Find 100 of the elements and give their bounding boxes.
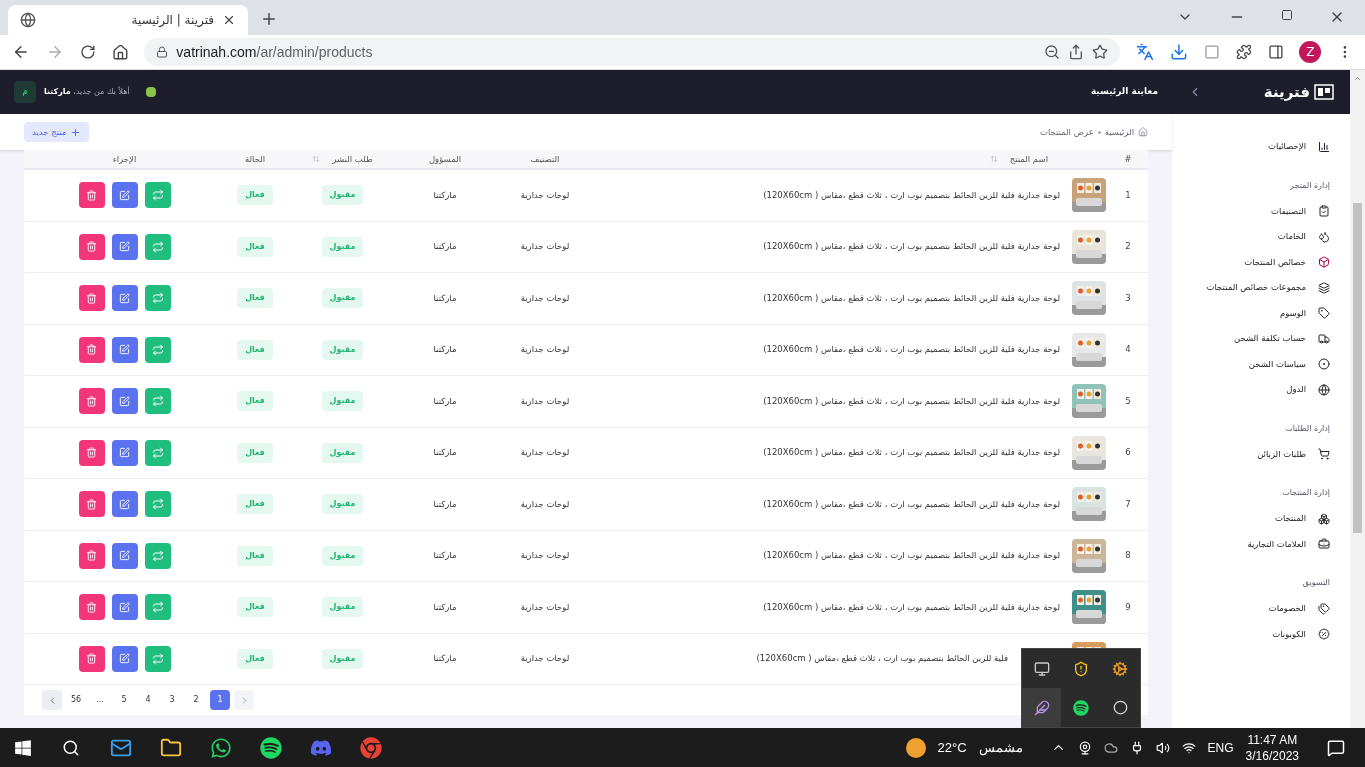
trash-icon [86,601,97,613]
refresh-button[interactable] [144,233,171,260]
start-icon[interactable] [14,738,32,757]
edit-button[interactable] [111,336,138,363]
breadcrumb-link[interactable]: الرئيسية [1104,125,1134,139]
refresh-button[interactable] [144,594,171,621]
language-indicator[interactable]: ENG [1207,738,1234,757]
close-icon[interactable] [222,13,236,27]
sidebar-item[interactable]: خصائص المنتجات [1172,249,1330,275]
scrollbar[interactable] [1350,70,1365,728]
search-icon[interactable] [62,738,80,757]
new-product-button[interactable]: منتج جديد [24,122,90,142]
page-button[interactable]: 56 [66,690,86,710]
refresh-button[interactable] [144,182,171,209]
monitor-icon[interactable] [1033,660,1050,677]
cloud-icon[interactable] [1103,740,1118,755]
page-button[interactable]: 1 [210,690,230,710]
extension-icon[interactable] [1203,44,1220,60]
sidebar-item[interactable]: الدول [1172,377,1330,403]
weather-sun-icon[interactable] [905,737,926,758]
delete-button[interactable] [78,182,105,209]
side-panel-icon[interactable] [1267,44,1284,60]
delete-button[interactable] [78,594,105,621]
edit-button[interactable] [111,439,138,466]
edit-button[interactable] [111,645,138,672]
preview-link[interactable]: معاينة الرئيسية [1090,85,1158,99]
reload-icon[interactable] [79,44,96,60]
sidebar-item[interactable]: المنتجات [1172,506,1330,532]
delete-button[interactable] [78,645,105,672]
star-icon[interactable] [1092,44,1109,60]
sidebar-item[interactable]: التصنيفات [1172,198,1330,224]
edit-button[interactable] [111,491,138,518]
refresh-button[interactable] [144,336,171,363]
address-bar[interactable]: vatrinah.com/ar/admin/products [144,38,1121,66]
delete-button[interactable] [78,388,105,415]
notification-icon[interactable] [145,87,156,97]
profile-avatar[interactable]: Z [1299,41,1322,63]
home-icon[interactable] [111,43,129,61]
wifi-icon[interactable] [1181,740,1196,755]
refresh-button[interactable] [144,491,171,518]
sidebar-item[interactable]: حساب تكلفة الشحن [1172,326,1330,352]
sidebar-item[interactable]: العلامات التجارية [1172,531,1330,557]
notifications-icon[interactable] [1327,738,1345,757]
delete-button[interactable] [78,491,105,518]
spotify-icon[interactable] [260,736,282,759]
scroll-up-icon[interactable] [1353,74,1362,83]
delete-button[interactable] [78,336,105,363]
edit-button[interactable] [111,542,138,569]
sidebar-item[interactable]: الخصومات [1172,596,1330,622]
shield-warning-icon[interactable] [1073,660,1089,677]
edit-button[interactable] [111,182,138,209]
feather-icon[interactable] [1033,699,1050,716]
translate-icon[interactable] [1136,43,1154,61]
download-icon[interactable] [1170,43,1188,61]
sidebar-item[interactable]: الإحصائيات [1172,134,1330,160]
refresh-button[interactable] [144,542,171,569]
ring-icon[interactable] [1112,700,1128,715]
repeat-icon [151,446,164,459]
share-icon[interactable] [1068,44,1085,60]
refresh-button[interactable] [144,388,171,415]
chrome-icon[interactable] [360,736,382,759]
delete-button[interactable] [78,233,105,260]
gear-icon[interactable] [1112,660,1129,677]
page-button[interactable]: 4 [138,690,158,710]
spotify-icon[interactable] [1073,699,1089,716]
sidebar-item[interactable]: الخامات [1172,224,1330,250]
edit-button[interactable] [111,388,138,415]
refresh-button[interactable] [144,645,171,672]
zoom-out-icon[interactable] [1044,44,1061,60]
sidebar-item[interactable]: الوسوم [1172,300,1330,326]
puzzle-icon[interactable] [1235,44,1252,60]
user-avatar[interactable]: م [14,81,36,103]
sidebar-item[interactable]: الكوبونات [1172,621,1330,647]
delete-button[interactable] [78,542,105,569]
page-button[interactable]: 3 [162,690,182,710]
back-icon[interactable] [12,43,30,61]
sidebar-item[interactable]: طلبات الزبائن [1172,441,1330,467]
refresh-button[interactable] [144,285,171,312]
edit-button[interactable] [111,594,138,621]
volume-icon[interactable] [1155,740,1170,755]
sidebar-item[interactable]: مجموعات خصائص المنتجات [1172,275,1330,301]
edit-button[interactable] [111,233,138,260]
product-name: لوحة جدارية فلية للزين الحائط بتصميم بوب ارت ، ثلاث قطع ،مقاس ( 120X60cm) [763,549,1060,563]
refresh-button[interactable] [144,439,171,466]
browser-tab[interactable]: فترينة | الرئيسية [8,5,248,35]
owner-text: ماركتنا [433,291,457,305]
whatsapp-icon[interactable] [210,736,232,759]
page-button[interactable]: 2 [186,690,206,710]
new-tab-icon[interactable] [260,10,278,28]
folder-icon[interactable] [160,736,182,759]
clock[interactable]: 11:47 AM 3/16/2023 [1245,731,1299,764]
page-button[interactable]: 5 [114,690,134,710]
page-button[interactable]: ... [90,690,110,710]
camera-icon[interactable] [1077,740,1092,755]
delete-button[interactable] [78,439,105,466]
restore-icon[interactable] [1281,9,1293,21]
breadcrumb-link[interactable]: عرض المنتجات [1039,125,1094,139]
delete-button[interactable] [78,285,105,312]
sidebar-item[interactable]: سياسات الشحن [1172,351,1330,377]
edit-button[interactable] [111,285,138,312]
